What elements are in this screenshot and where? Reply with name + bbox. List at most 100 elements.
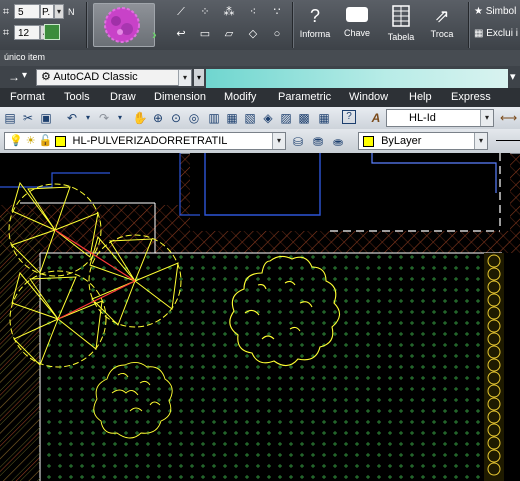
layer-previous-icon[interactable]: ⛃ [310, 134, 326, 150]
dimension-style-icon[interactable]: ⟷ [500, 110, 517, 126]
design-center-icon[interactable]: ▦ [224, 110, 240, 126]
tabela-label: Tabela [387, 32, 415, 42]
informa-button[interactable]: ? Informa [299, 3, 331, 47]
hedge-right [484, 253, 504, 481]
spinner-unit-1: P. [40, 4, 54, 19]
menu-help[interactable]: Help [409, 91, 432, 103]
zoom-previous-icon[interactable]: ◎ [186, 110, 202, 126]
ribbon-separator [86, 2, 88, 48]
spinner-field-2[interactable]: 12 [14, 25, 40, 40]
layer-states-icon[interactable]: ⛂ [330, 134, 346, 150]
lawn-hatch [40, 253, 502, 481]
color-swatch [363, 135, 374, 147]
draw-curve-icon[interactable]: ↩ [172, 26, 190, 42]
troca-button[interactable]: ⇗ Troca [426, 3, 458, 47]
text-style-select[interactable]: HL-Id ▾ [386, 109, 494, 127]
menu-express[interactable]: Express [451, 91, 491, 103]
text-style-value: HL-Id [409, 112, 436, 124]
zoom-window-icon[interactable]: ⊙ [168, 110, 184, 126]
color-value: ByLayer [381, 135, 422, 147]
properties-icon[interactable]: ▥ [206, 110, 222, 126]
tool-palettes-icon[interactable]: ▧ [242, 110, 258, 126]
undo-icon[interactable]: ↶ [64, 110, 80, 126]
node-edit-icon[interactable]: ⟋ [172, 4, 190, 20]
drawing-canvas[interactable] [0, 153, 520, 481]
menu-draw[interactable]: Draw [110, 91, 136, 103]
paste-icon[interactable]: ▣ [38, 110, 54, 126]
doc-pencil-icon[interactable]: ▱ [220, 26, 238, 42]
calculator-icon[interactable]: ▦ [316, 110, 332, 126]
node-chain-icon[interactable]: ⁘ [196, 4, 214, 20]
expand-arrow-icon[interactable]: › [152, 26, 157, 42]
menu-window[interactable]: Window [349, 91, 388, 103]
redo-icon[interactable]: ↷ [96, 110, 112, 126]
save-green-icon[interactable] [44, 24, 60, 40]
pan-icon[interactable]: ✋ [132, 110, 148, 126]
doc-move-icon[interactable]: ◇ [244, 26, 262, 42]
lock-icon: 🔓 [38, 135, 53, 147]
layer-color-swatch [55, 135, 67, 147]
linetype-select[interactable] [496, 140, 520, 141]
ribbon-left-icon-1[interactable]: ⌗ [0, 4, 12, 20]
spinner-dropdown-icon[interactable]: ▾ [54, 4, 64, 19]
quick-access-dropdown-icon[interactable]: ▾ [194, 69, 204, 86]
redo-dropdown-icon[interactable]: ▾ [112, 110, 128, 126]
title-dropdown-icon[interactable]: ▾ [510, 70, 516, 83]
layer-select[interactable]: 💡 ☀ 🔓 HL-PULVERIZADORRETRATIL ▾ [4, 132, 286, 150]
make-current-layer-icon[interactable]: ⛁ [290, 134, 306, 150]
chevron-down-icon[interactable]: ▾ [474, 133, 487, 149]
swap-arrow-icon: ⇗ [434, 6, 450, 26]
menu-parametric[interactable]: Parametric [278, 91, 331, 103]
quickcalc-icon[interactable]: ▩ [296, 110, 312, 126]
question-arrow-icon: ? [309, 6, 320, 26]
menu-modify[interactable]: Modify [224, 91, 256, 103]
color-select[interactable]: ByLayer ▾ [358, 132, 488, 150]
markup-icon[interactable]: ▨ [278, 110, 294, 126]
ribbon-left-icon-2[interactable]: ⌗ [0, 25, 12, 41]
exclui-label: Exclui i [486, 28, 518, 39]
exclui-button[interactable]: ▦ Exclui i [474, 28, 518, 39]
chevron-down-icon[interactable]: ▾ [178, 70, 191, 86]
simbol-button[interactable]: ★ Simbol [474, 6, 516, 17]
dropdown-small-icon[interactable]: ▾ [22, 70, 27, 81]
sheet-set-icon[interactable]: ◈ [260, 110, 276, 126]
star-icon: ★ [474, 6, 483, 17]
node-branch-icon[interactable]: ⁖ [244, 4, 262, 20]
gear-icon: ⚙ [41, 71, 51, 83]
undo-dropdown-icon[interactable]: ▾ [80, 110, 96, 126]
chevron-down-icon[interactable]: ▾ [480, 110, 493, 126]
text-style-icon[interactable]: A [368, 110, 384, 126]
chave-button[interactable]: Chave [341, 3, 373, 47]
block-preview-button[interactable] [93, 3, 155, 47]
spinner-field-1[interactable]: 5 [14, 4, 40, 19]
tabela-button[interactable]: Tabela [385, 3, 417, 47]
workspace-value: AutoCAD Classic [53, 71, 138, 83]
purple-shrub-icon [104, 7, 140, 43]
circle-point-icon[interactable]: ○ [268, 26, 286, 42]
ribbon-panel-label-row: único item [0, 50, 520, 66]
menu-tools[interactable]: Tools [64, 91, 90, 103]
zoom-realtime-icon[interactable]: ⊕ [150, 110, 166, 126]
speech-bubble-icon [346, 7, 368, 22]
lightbulb-icon: 💡 [9, 135, 23, 147]
node-cluster-icon[interactable]: ⁂ [220, 4, 238, 20]
menu-dimension[interactable]: Dimension [154, 91, 206, 103]
chevron-down-icon[interactable]: ▾ [272, 133, 285, 149]
troca-label: Troca [430, 29, 454, 39]
forward-arrow-icon[interactable]: → [8, 70, 20, 84]
chave-label: Chave [343, 28, 370, 38]
menu-format[interactable]: Format [10, 91, 45, 103]
cut-icon[interactable]: ✂ [20, 110, 36, 126]
table-grid-icon [392, 5, 410, 27]
workspace-select[interactable]: ⚙ AutoCAD Classic ▾ [36, 69, 192, 86]
spinner-n-label: N [68, 7, 75, 17]
help-icon[interactable]: ? [342, 110, 356, 124]
ribbon-separator [292, 2, 294, 48]
node-split-icon[interactable]: ∵ [268, 4, 286, 20]
layer-value: HL-PULVERIZADORRETRATIL [72, 135, 228, 147]
doc-edit-icon[interactable]: ▭ [196, 26, 214, 42]
delete-item-icon: ▦ [474, 28, 484, 39]
save-icon[interactable]: ▤ [2, 110, 18, 126]
simbol-label: Simbol [485, 6, 517, 17]
building-area [190, 153, 510, 231]
